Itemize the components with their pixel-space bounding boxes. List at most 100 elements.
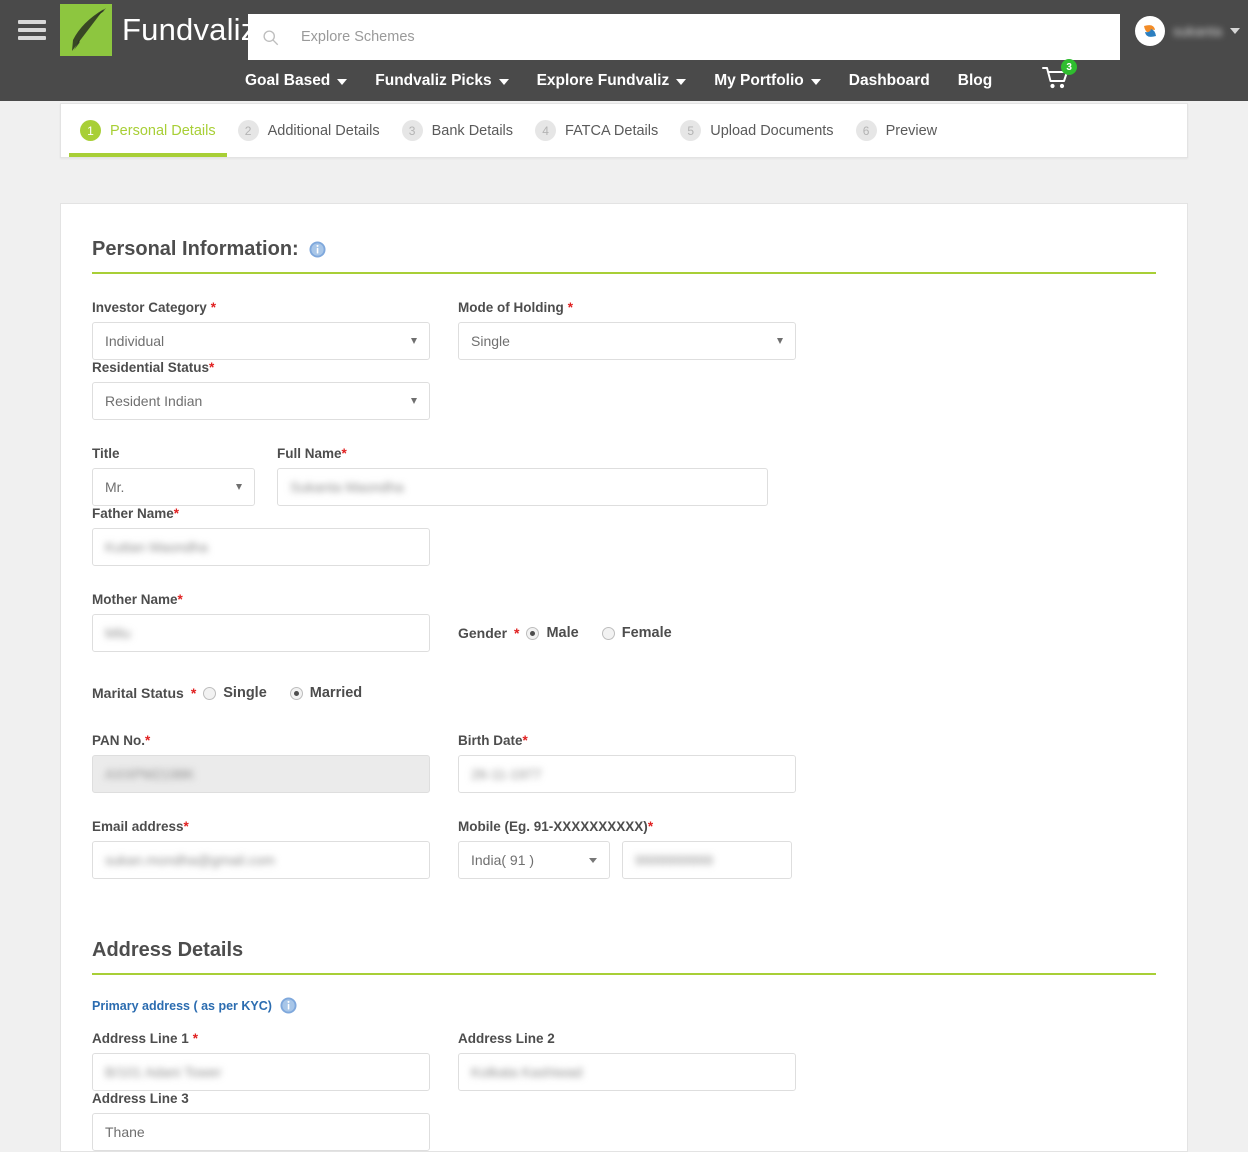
info-icon[interactable]	[280, 997, 297, 1014]
full-name-input[interactable]: Sukanta Maondha	[277, 468, 768, 506]
field-birth-date: Birth Date* 26-11-1977	[458, 733, 824, 793]
field-label: Father Name*	[92, 506, 430, 521]
search-bar[interactable]	[248, 14, 1120, 60]
form-row-4: PAN No.* AXXPM2198K Birth Date* 26-11-19…	[92, 733, 1156, 793]
primary-address-label: Primary address ( as per KYC)	[92, 997, 1156, 1014]
field-label: Full Name*	[277, 446, 768, 461]
nav-label: Goal Based	[245, 71, 331, 89]
chevron-down-icon	[411, 398, 417, 404]
user-menu[interactable]: sukanta	[1134, 16, 1240, 46]
nav-item-dashboard[interactable]: Dashboard	[849, 72, 930, 90]
form-row-address: Address Line 1 * B/101 Adani Tower Addres…	[92, 1031, 1156, 1151]
required-mark: *	[173, 506, 180, 521]
wizard-step-bank-details[interactable]: 3 Bank Details	[391, 104, 524, 157]
residential-status-select[interactable]: Resident Indian	[92, 382, 430, 420]
field-residential-status: Residential Status* Resident Indian	[92, 360, 458, 420]
email-input[interactable]: sukan.mondha@gmail.com	[92, 841, 430, 879]
mother-name-input[interactable]: Milu	[92, 614, 430, 652]
field-label: Address Line 1 *	[92, 1031, 430, 1046]
marital-option-married-label: Married	[309, 685, 363, 701]
nav-label: Blog	[957, 71, 993, 89]
investor-category-select[interactable]: Individual	[92, 322, 430, 360]
field-label: PAN No.*	[92, 733, 430, 748]
input-value: AXXPM2198K	[105, 766, 195, 782]
nav-item-explore-fundvaliz[interactable]: Explore Fundvaliz	[537, 72, 687, 90]
input-value: 9999999999	[635, 852, 713, 868]
field-address-line-1: Address Line 1 * B/101 Adani Tower	[92, 1031, 458, 1091]
nav-item-goal-based[interactable]: Goal Based	[245, 71, 348, 90]
nav-item-blog[interactable]: Blog	[958, 72, 992, 90]
field-marital-status: Marital Status * Single Married	[92, 652, 458, 712]
label-text: Mode of Holding	[458, 300, 564, 315]
gender-radio-male[interactable]	[526, 626, 540, 640]
chevron-down-icon	[810, 78, 821, 85]
title-select[interactable]: Mr.	[92, 468, 255, 506]
search-input[interactable]	[301, 29, 1106, 45]
brand-logo[interactable]: Fundvaliz	[60, 4, 256, 56]
step-label: Bank Details	[431, 122, 514, 139]
form-row-5: Email address* sukan.mondha@gmail.com Mo…	[92, 819, 1156, 879]
required-mark: *	[192, 1031, 199, 1046]
label-text: Father Name	[92, 506, 174, 521]
personal-details-form-card: Personal Information: Investor Category *…	[60, 203, 1188, 1152]
registration-step-wizard: 1 Personal Details 2 Additional Details …	[60, 103, 1188, 158]
gender-radio-female[interactable]	[601, 626, 615, 640]
country-code-select[interactable]: India( 91 )	[458, 841, 610, 879]
input-value: 26-11-1977	[471, 766, 542, 782]
wizard-step-preview[interactable]: 6 Preview	[845, 104, 949, 157]
brand-name: Fundvaliz	[122, 12, 257, 47]
hamburger-bar	[18, 28, 46, 32]
required-mark: *	[514, 625, 520, 641]
wizard-step-fatca-details[interactable]: 4 FATCA Details	[524, 104, 669, 157]
step-number: 1	[80, 120, 101, 141]
field-full-name: Full Name* Sukanta Maondha	[277, 446, 797, 506]
address-line-2-input[interactable]: Kolkata Kashiwad	[458, 1053, 796, 1091]
wizard-step-additional-details[interactable]: 2 Additional Details	[227, 104, 391, 157]
birth-date-input[interactable]: 26-11-1977	[458, 755, 796, 793]
nav-label: Fundvaliz Picks	[375, 71, 492, 89]
mobile-number-input[interactable]: 9999999999	[622, 841, 792, 879]
required-mark: *	[522, 733, 528, 748]
field-label: Address Line 2	[458, 1031, 555, 1046]
wizard-step-personal-details[interactable]: 1 Personal Details	[69, 104, 227, 157]
field-label: Mode of Holding *	[458, 300, 796, 315]
form-row-3: Mother Name* Milu Gender * Male Female M…	[92, 592, 1156, 712]
cart-button[interactable]: 3	[1042, 59, 1078, 95]
input-value: Milu	[105, 625, 131, 641]
mobile-field-group: India( 91 ) 9999999999	[458, 841, 796, 879]
step-number: 4	[535, 120, 557, 141]
main-navigation: Goal Based Fundvaliz Picks Explore Fundv…	[0, 59, 1248, 101]
selected-value: Resident Indian	[105, 393, 203, 409]
address-line-3-input[interactable]: Thane	[92, 1113, 430, 1151]
chevron-down-icon	[411, 338, 417, 344]
label-text: Birth Date	[458, 733, 523, 748]
marital-radio-married[interactable]	[289, 686, 303, 700]
field-label: Title	[92, 446, 120, 461]
field-mode-of-holding: Mode of Holding * Single	[458, 300, 824, 360]
info-icon[interactable]	[309, 241, 326, 258]
nav-item-fundvaliz-picks[interactable]: Fundvaliz Picks	[375, 71, 509, 90]
step-number: 5	[680, 120, 702, 141]
mode-of-holding-select[interactable]: Single	[458, 322, 796, 360]
nav-item-my-portfolio[interactable]: My Portfolio	[714, 72, 821, 90]
primary-address-text: Primary address ( as per KYC)	[92, 998, 272, 1013]
address-line-1-input[interactable]: B/101 Adani Tower	[92, 1053, 430, 1091]
label-text: Address Line 1	[92, 1031, 189, 1046]
step-number: 3	[401, 120, 423, 141]
field-label: Residential Status*	[92, 360, 430, 375]
personal-information-heading: Personal Information:	[92, 238, 1156, 272]
top-header-bar: Fundvaliz sukanta	[0, 0, 1248, 60]
chevron-down-icon[interactable]	[1230, 28, 1240, 34]
marital-radio-single[interactable]	[203, 686, 217, 700]
marital-option-single-label: Single	[223, 685, 267, 701]
field-label: Mobile (Eg. 91-XXXXXXXXXX)*	[458, 819, 796, 834]
label-text: Full Name	[277, 446, 342, 461]
step-label: FATCA Details	[565, 122, 659, 139]
field-gender: Gender * Male Female	[458, 592, 824, 652]
father-name-input[interactable]: Kuttan Maondha	[92, 528, 430, 566]
hamburger-menu-icon[interactable]	[18, 16, 46, 44]
wizard-step-upload-documents[interactable]: 5 Upload Documents	[669, 104, 844, 157]
